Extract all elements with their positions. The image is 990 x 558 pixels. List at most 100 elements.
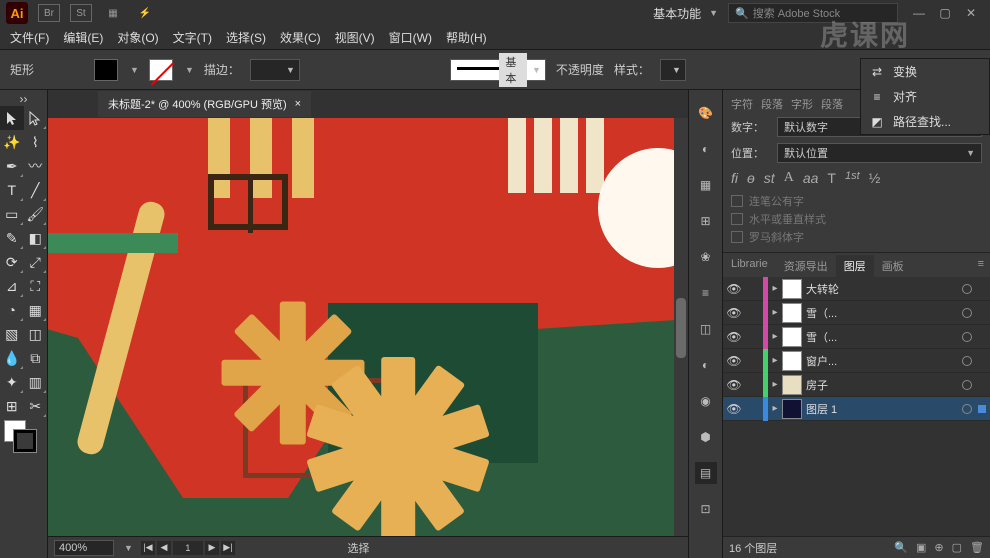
ot-ordinals-icon[interactable]: 1st	[845, 170, 860, 186]
target-icon[interactable]	[956, 332, 978, 342]
disclosure-icon[interactable]: ▸	[768, 355, 782, 366]
layer-name[interactable]: 图层 1	[806, 401, 956, 417]
pen-tool[interactable]: ✒	[0, 154, 24, 178]
symbol-sprayer-tool[interactable]: ✦	[0, 370, 24, 394]
eraser-tool[interactable]: ◧	[24, 226, 48, 250]
stroke-swatch[interactable]	[149, 59, 173, 81]
search-stock-input[interactable]: 🔍 搜索 Adobe Stock	[728, 3, 898, 23]
perspective-tool[interactable]: ▦	[24, 298, 48, 322]
free-transform-tool[interactable]: ⛶	[24, 274, 48, 298]
position-dropdown[interactable]: 默认位置▼	[777, 143, 982, 163]
layers-dock-icon[interactable]: ▤	[695, 462, 717, 484]
tab-artboards[interactable]: 画板	[874, 255, 912, 277]
symbols-icon[interactable]: ❀	[695, 246, 717, 268]
zoom-field[interactable]: 400%	[54, 540, 114, 556]
slice-tool[interactable]: ✂	[24, 394, 48, 418]
artboard-number[interactable]: 1	[173, 541, 203, 555]
ot-titling-icon[interactable]: T	[827, 170, 836, 186]
document-tab[interactable]: 未标题-2* @ 400% (RGB/GPU 预览) ×	[98, 91, 311, 117]
layer-row[interactable]: 👁 ▸ 房子	[723, 373, 990, 397]
brushes-icon[interactable]: ⊞	[695, 210, 717, 232]
layer-name[interactable]: 雪（...	[806, 305, 956, 321]
curvature-tool[interactable]: 〰	[24, 154, 48, 178]
layer-row[interactable]: 👁▸大转轮	[723, 277, 990, 301]
shape-builder-tool[interactable]: ◔	[0, 298, 24, 322]
graphic-styles-icon[interactable]: ⬢	[695, 426, 717, 448]
target-icon[interactable]	[956, 404, 978, 414]
close-button[interactable]: ✕	[958, 2, 984, 24]
visibility-toggle[interactable]: 👁	[723, 354, 745, 368]
target-icon[interactable]	[956, 380, 978, 390]
menu-type[interactable]: 文字(T)	[173, 29, 212, 46]
menu-help[interactable]: 帮助(H)	[446, 29, 487, 46]
maximize-button[interactable]: ▢	[932, 2, 958, 24]
layer-name[interactable]: 雪（...	[806, 329, 956, 345]
make-clipping-icon[interactable]: ▣	[916, 541, 926, 554]
color-guide-icon[interactable]: ◐	[695, 138, 717, 160]
workspace-switcher[interactable]: 基本功能 ▼	[643, 2, 728, 25]
ot-swash-icon[interactable]: A	[784, 170, 794, 186]
gpu-icon[interactable]: ⚡	[134, 4, 156, 22]
eyedropper-tool[interactable]: 💧	[0, 346, 24, 370]
target-icon[interactable]	[956, 308, 978, 318]
scrollbar-thumb[interactable]	[676, 298, 686, 358]
width-tool[interactable]: ⊿	[0, 274, 24, 298]
minimize-button[interactable]: —	[906, 2, 932, 24]
submenu-align[interactable]: ≡对齐	[861, 84, 989, 109]
scrollbar-vertical[interactable]	[674, 118, 688, 536]
visibility-toggle[interactable]: 👁	[723, 306, 745, 320]
visibility-toggle[interactable]: 👁	[723, 378, 745, 392]
layer-name[interactable]: 窗户...	[806, 353, 956, 369]
disclosure-icon[interactable]: ▸	[768, 403, 782, 414]
gradient-panel-icon[interactable]: ◫	[695, 318, 717, 340]
ot-stylistic-icon[interactable]: aa	[803, 170, 819, 186]
disclosure-icon[interactable]: ▸	[768, 331, 782, 342]
ot-fractions-icon[interactable]: ½	[869, 170, 881, 186]
artboard-tool[interactable]: ⊞	[0, 394, 24, 418]
new-layer-icon[interactable]: ▢	[952, 541, 962, 554]
brush-tool[interactable]: 🖌	[24, 202, 48, 226]
layer-name[interactable]: 大转轮	[806, 281, 956, 297]
shaper-tool[interactable]: ✎	[0, 226, 24, 250]
layer-row[interactable]: 👁 ▸ 窗户...	[723, 349, 990, 373]
bridge-icon[interactable]: Br	[38, 4, 60, 22]
disclosure-icon[interactable]: ▸	[768, 379, 782, 390]
fill-stroke-indicator[interactable]	[0, 418, 47, 458]
blend-tool[interactable]: ⧉	[24, 346, 48, 370]
delete-layer-icon[interactable]: 🗑	[970, 541, 984, 554]
menu-object[interactable]: 对象(O)	[117, 29, 158, 46]
magic-wand-tool[interactable]: ✨	[0, 130, 24, 154]
first-artboard-button[interactable]: |◀	[141, 541, 155, 555]
opacity-label[interactable]: 不透明度	[556, 61, 604, 78]
disclosure-icon[interactable]: ▸	[768, 283, 782, 294]
next-artboard-button[interactable]: ▶	[205, 541, 219, 555]
menu-select[interactable]: 选择(S)	[226, 29, 266, 46]
last-artboard-button[interactable]: ▶|	[221, 541, 235, 555]
prev-artboard-button[interactable]: ◀	[157, 541, 171, 555]
asset-export-icon[interactable]: ⊡	[695, 498, 717, 520]
rotate-tool[interactable]: ⟳	[0, 250, 24, 274]
toolbox-collapse[interactable]: ››	[0, 92, 47, 106]
new-sublayer-icon[interactable]: ⊕	[934, 541, 943, 554]
type-tool[interactable]: T	[0, 178, 24, 202]
visibility-toggle[interactable]: 👁	[723, 402, 745, 416]
close-icon[interactable]: ×	[295, 98, 301, 110]
submenu-pathfinder[interactable]: ◩路径查找...	[861, 109, 989, 134]
checkbox[interactable]	[731, 195, 743, 207]
direct-selection-tool[interactable]	[24, 106, 48, 130]
rectangle-tool[interactable]: ▭	[0, 202, 24, 226]
lasso-tool[interactable]: ⌇	[24, 130, 48, 154]
canvas[interactable]	[48, 118, 688, 536]
line-tool[interactable]: ╱	[24, 178, 48, 202]
brush-field[interactable]: 基本▼	[450, 59, 546, 81]
visibility-toggle[interactable]: 👁	[723, 330, 745, 344]
panel-menu-icon[interactable]: ≡	[972, 255, 990, 277]
layer-row[interactable]: 👁 ▸ 图层 1	[723, 397, 990, 421]
tab-paragraph2[interactable]: 段落	[821, 96, 843, 112]
layer-row[interactable]: 👁 ▸ 雪（...	[723, 325, 990, 349]
layer-name[interactable]: 房子	[806, 377, 956, 393]
checkbox[interactable]	[731, 213, 743, 225]
scale-tool[interactable]: ⤢	[24, 250, 48, 274]
ot-ligature-icon[interactable]: fi	[731, 170, 738, 186]
menu-effect[interactable]: 效果(C)	[280, 29, 321, 46]
